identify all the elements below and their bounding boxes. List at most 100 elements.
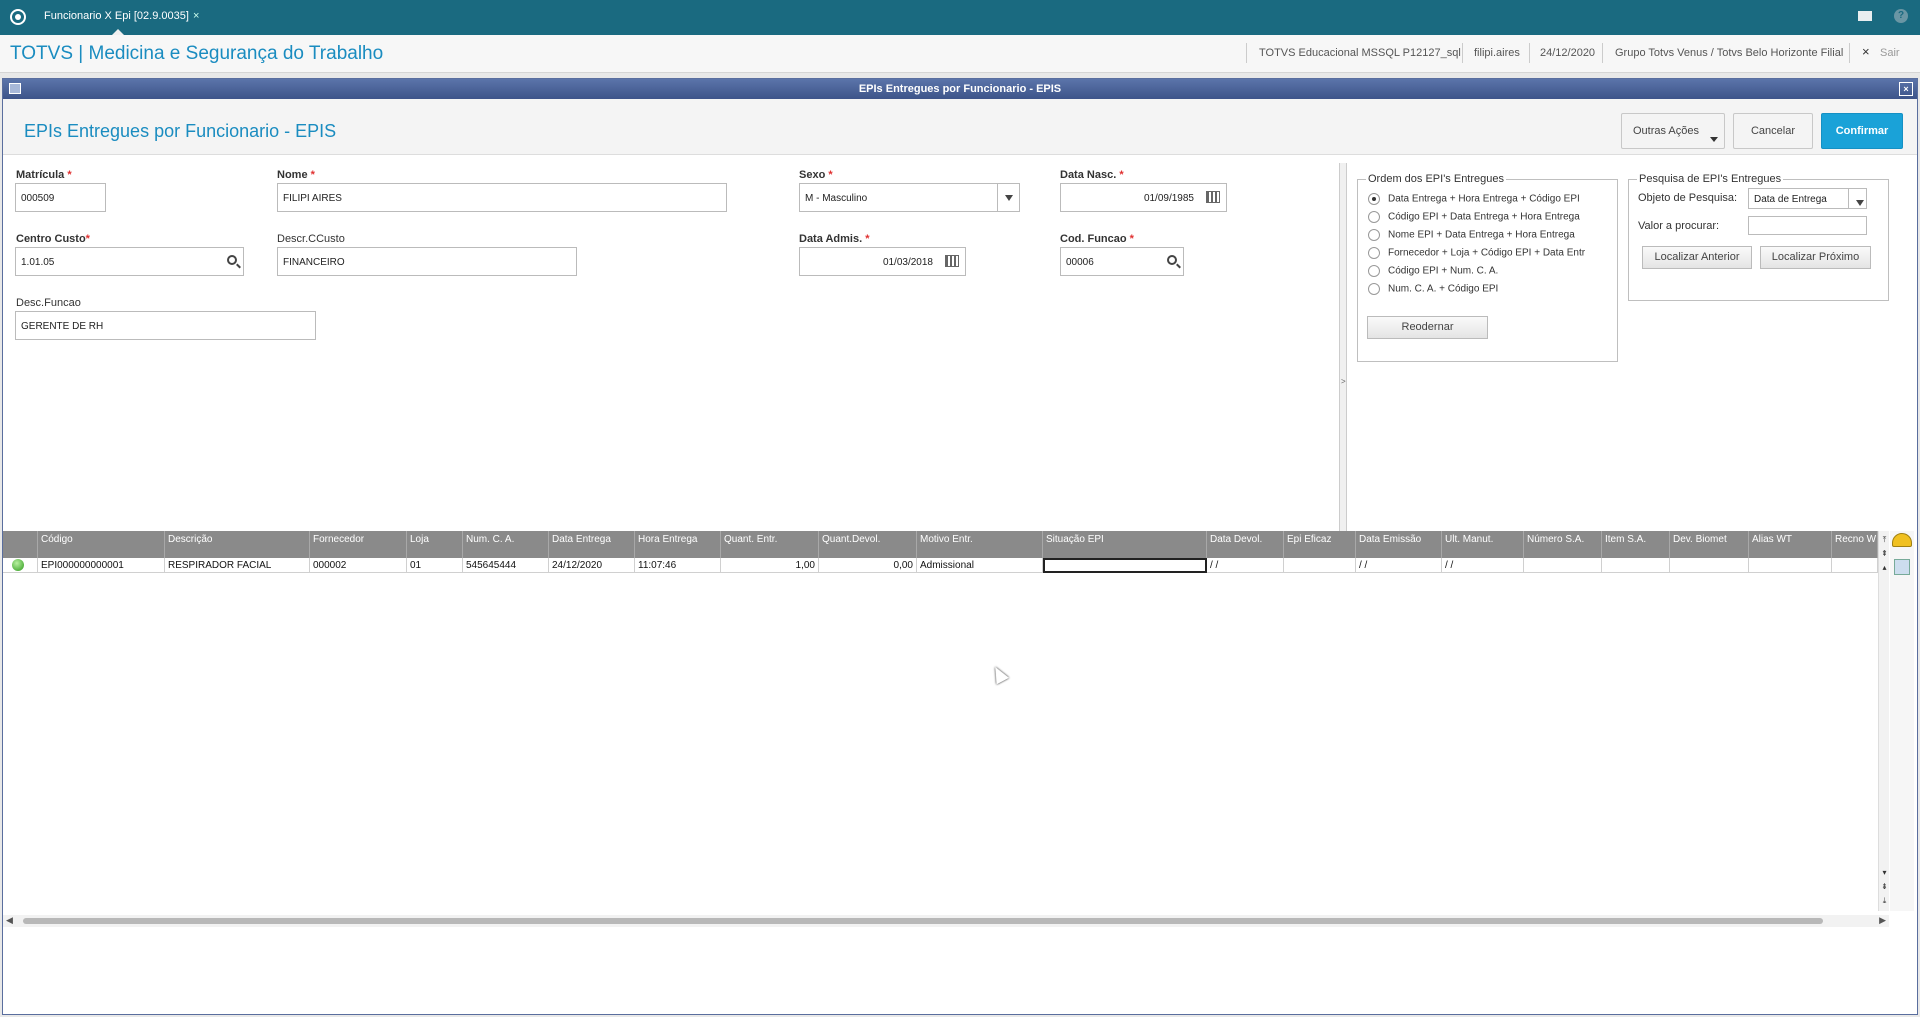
scroll-down-icon[interactable]: ▾ [1879, 867, 1890, 879]
exit-icon[interactable]: × [1862, 44, 1870, 59]
grid-column-header[interactable]: Motivo Entr. [917, 531, 1043, 558]
descr-ccusto-field[interactable]: FINANCEIRO [277, 247, 577, 276]
ordem-option-2[interactable]: Código EPI + Data Entrega + Hora Entrega [1368, 211, 1580, 223]
scroll-left-icon[interactable]: ◀ [6, 915, 13, 926]
search-object-select[interactable]: Data de Entrega [1748, 188, 1867, 209]
reorder-button[interactable]: Reodernar [1367, 316, 1488, 339]
search-value-label: Valor a procurar: [1638, 220, 1720, 232]
centro-custo-field[interactable]: 1.01.05 [15, 247, 244, 276]
find-next-button[interactable]: Localizar Próximo [1760, 246, 1871, 269]
grid-column-header[interactable]: Hora Entrega [635, 531, 721, 558]
grid-column-header[interactable]: Loja [407, 531, 463, 558]
find-previous-button[interactable]: Localizar Anterior [1642, 246, 1752, 269]
helmet-icon[interactable] [1892, 533, 1912, 547]
search-icon[interactable] [227, 255, 237, 265]
cancel-button[interactable]: Cancelar [1733, 113, 1813, 149]
scroll-thumb[interactable] [23, 918, 1823, 924]
data-admis-field[interactable]: 01/03/2018 [799, 247, 966, 276]
desc-funcao-field[interactable]: GERENTE DE RH [15, 311, 316, 340]
grid-vertical-scrollbar[interactable]: ⤒ ⇞ ▴ ▾ ⇟ ⤓ [1878, 531, 1889, 911]
grid-column-header[interactable]: Alias WT [1749, 531, 1832, 558]
grid-column-header[interactable]: Data Devol. [1207, 531, 1284, 558]
grid-column-header[interactable]: Quant. Entr. [721, 531, 819, 558]
radio-icon [1368, 229, 1380, 241]
exit-button[interactable]: Sair [1880, 47, 1900, 59]
data-nasc-field[interactable]: 01/09/1985 [1060, 183, 1227, 212]
window-titlebar: EPIs Entregues por Funcionario - EPIS × [3, 79, 1917, 99]
matricula-field[interactable]: 000509 [15, 183, 106, 212]
grid-column-header[interactable]: Código [38, 531, 165, 558]
grid-cell[interactable]: 01 [407, 558, 463, 573]
calendar-icon[interactable] [1206, 191, 1220, 203]
grid-column-header[interactable]: Data Emissão [1356, 531, 1442, 558]
grid-column-header[interactable]: Situação EPI [1043, 531, 1207, 558]
other-actions-button[interactable]: Outras Ações [1621, 113, 1725, 149]
table-row[interactable]: EPI000000000001 RESPIRADOR FACIAL 000002… [3, 558, 1878, 573]
cod-funcao-field[interactable]: 00006 [1060, 247, 1184, 276]
grid-column-header[interactable]: Quant.Devol. [819, 531, 917, 558]
grid-column-header[interactable]: Recno W [1832, 531, 1878, 558]
window-icon [9, 83, 21, 94]
window-close-button[interactable]: × [1899, 82, 1913, 96]
grid-cell[interactable]: / / [1356, 558, 1442, 573]
grid-cell[interactable]: 11:07:46 [635, 558, 721, 573]
scroll-bottom-icon[interactable]: ⤓ [1879, 895, 1890, 907]
document-icon[interactable] [1894, 559, 1910, 575]
grid-column-header[interactable]: Item S.A. [1602, 531, 1670, 558]
grid-column-header[interactable]: Número S.A. [1524, 531, 1602, 558]
grid-cell[interactable] [1749, 558, 1832, 573]
search-icon[interactable] [1167, 255, 1177, 265]
grid-cell[interactable] [1602, 558, 1670, 573]
grid-cell[interactable]: Admissional [917, 558, 1043, 573]
sexo-select[interactable]: M - Masculino [799, 183, 1020, 212]
grid-cell[interactable] [1284, 558, 1356, 573]
scroll-page-up-icon[interactable]: ⇞ [1879, 548, 1890, 560]
grid-cell[interactable]: 1,00 [721, 558, 819, 573]
scroll-top-icon[interactable]: ⤒ [1879, 534, 1890, 546]
close-tab-icon[interactable]: × [193, 10, 199, 22]
nome-field[interactable]: FILIPI AIRES [277, 183, 727, 212]
grid-cell[interactable]: 000002 [310, 558, 407, 573]
grid-cell[interactable]: EPI000000000001 [38, 558, 165, 573]
grid-column-header[interactable]: Num. C. A. [463, 531, 549, 558]
ordem-option-4[interactable]: Fornecedor + Loja + Código EPI + Data En… [1368, 247, 1608, 259]
centro-custo-label: Centro Custo* [16, 233, 90, 245]
grid-cell-selected[interactable] [1043, 558, 1207, 573]
grid-column-header[interactable]: Dev. Biomet [1670, 531, 1749, 558]
grid-cell[interactable]: RESPIRADOR FACIAL [165, 558, 310, 573]
grid-cell[interactable]: 0,00 [819, 558, 917, 573]
grid-cell[interactable]: 24/12/2020 [549, 558, 635, 573]
app-logo-icon[interactable] [10, 9, 26, 25]
ordem-option-6[interactable]: Num. C. A. + Código EPI [1368, 283, 1498, 295]
grid-cell[interactable]: / / [1442, 558, 1524, 573]
scroll-up-icon[interactable]: ▴ [1879, 562, 1890, 574]
grid-column-header[interactable]: Data Entrega [549, 531, 635, 558]
grid-cell[interactable] [1832, 558, 1878, 573]
grid-cell[interactable]: 545645444 [463, 558, 549, 573]
dropdown-arrow-icon[interactable] [1848, 189, 1866, 208]
grid-column-header[interactable]: Ult. Manut. [1442, 531, 1524, 558]
grid-cell[interactable] [1524, 558, 1602, 573]
search-value-input[interactable] [1748, 216, 1867, 235]
grid-column-header[interactable]: Epi Eficaz [1284, 531, 1356, 558]
grid-cell[interactable] [1670, 558, 1749, 573]
calendar-icon[interactable] [945, 255, 959, 267]
grid-horizontal-scrollbar[interactable]: ◀ ▶ [3, 915, 1889, 927]
ordem-option-3[interactable]: Nome EPI + Data Entrega + Hora Entrega [1368, 229, 1575, 241]
ordem-option-5[interactable]: Código EPI + Num. C. A. [1368, 265, 1498, 277]
confirm-button[interactable]: Confirmar [1821, 113, 1903, 149]
grid-column-header[interactable]: Fornecedor [310, 531, 407, 558]
help-icon[interactable]: ? [1894, 9, 1908, 23]
app-header: TOTVS | Medicina e Segurança do Trabalho… [0, 35, 1920, 73]
divider [1462, 43, 1463, 63]
data-admis-value: 01/03/2018 [882, 257, 933, 268]
desc-funcao-label: Desc.Funcao [16, 297, 81, 309]
ordem-option-1[interactable]: Data Entrega + Hora Entrega + Código EPI [1368, 193, 1580, 205]
scroll-page-down-icon[interactable]: ⇟ [1879, 881, 1890, 893]
scroll-right-icon[interactable]: ▶ [1879, 915, 1886, 926]
grid-cell[interactable]: / / [1207, 558, 1284, 573]
grid-column-header[interactable]: Descrição [165, 531, 310, 558]
data-admis-label: Data Admis. * [799, 233, 870, 245]
dropdown-arrow-icon[interactable] [997, 184, 1019, 211]
mail-icon[interactable] [1858, 11, 1872, 21]
